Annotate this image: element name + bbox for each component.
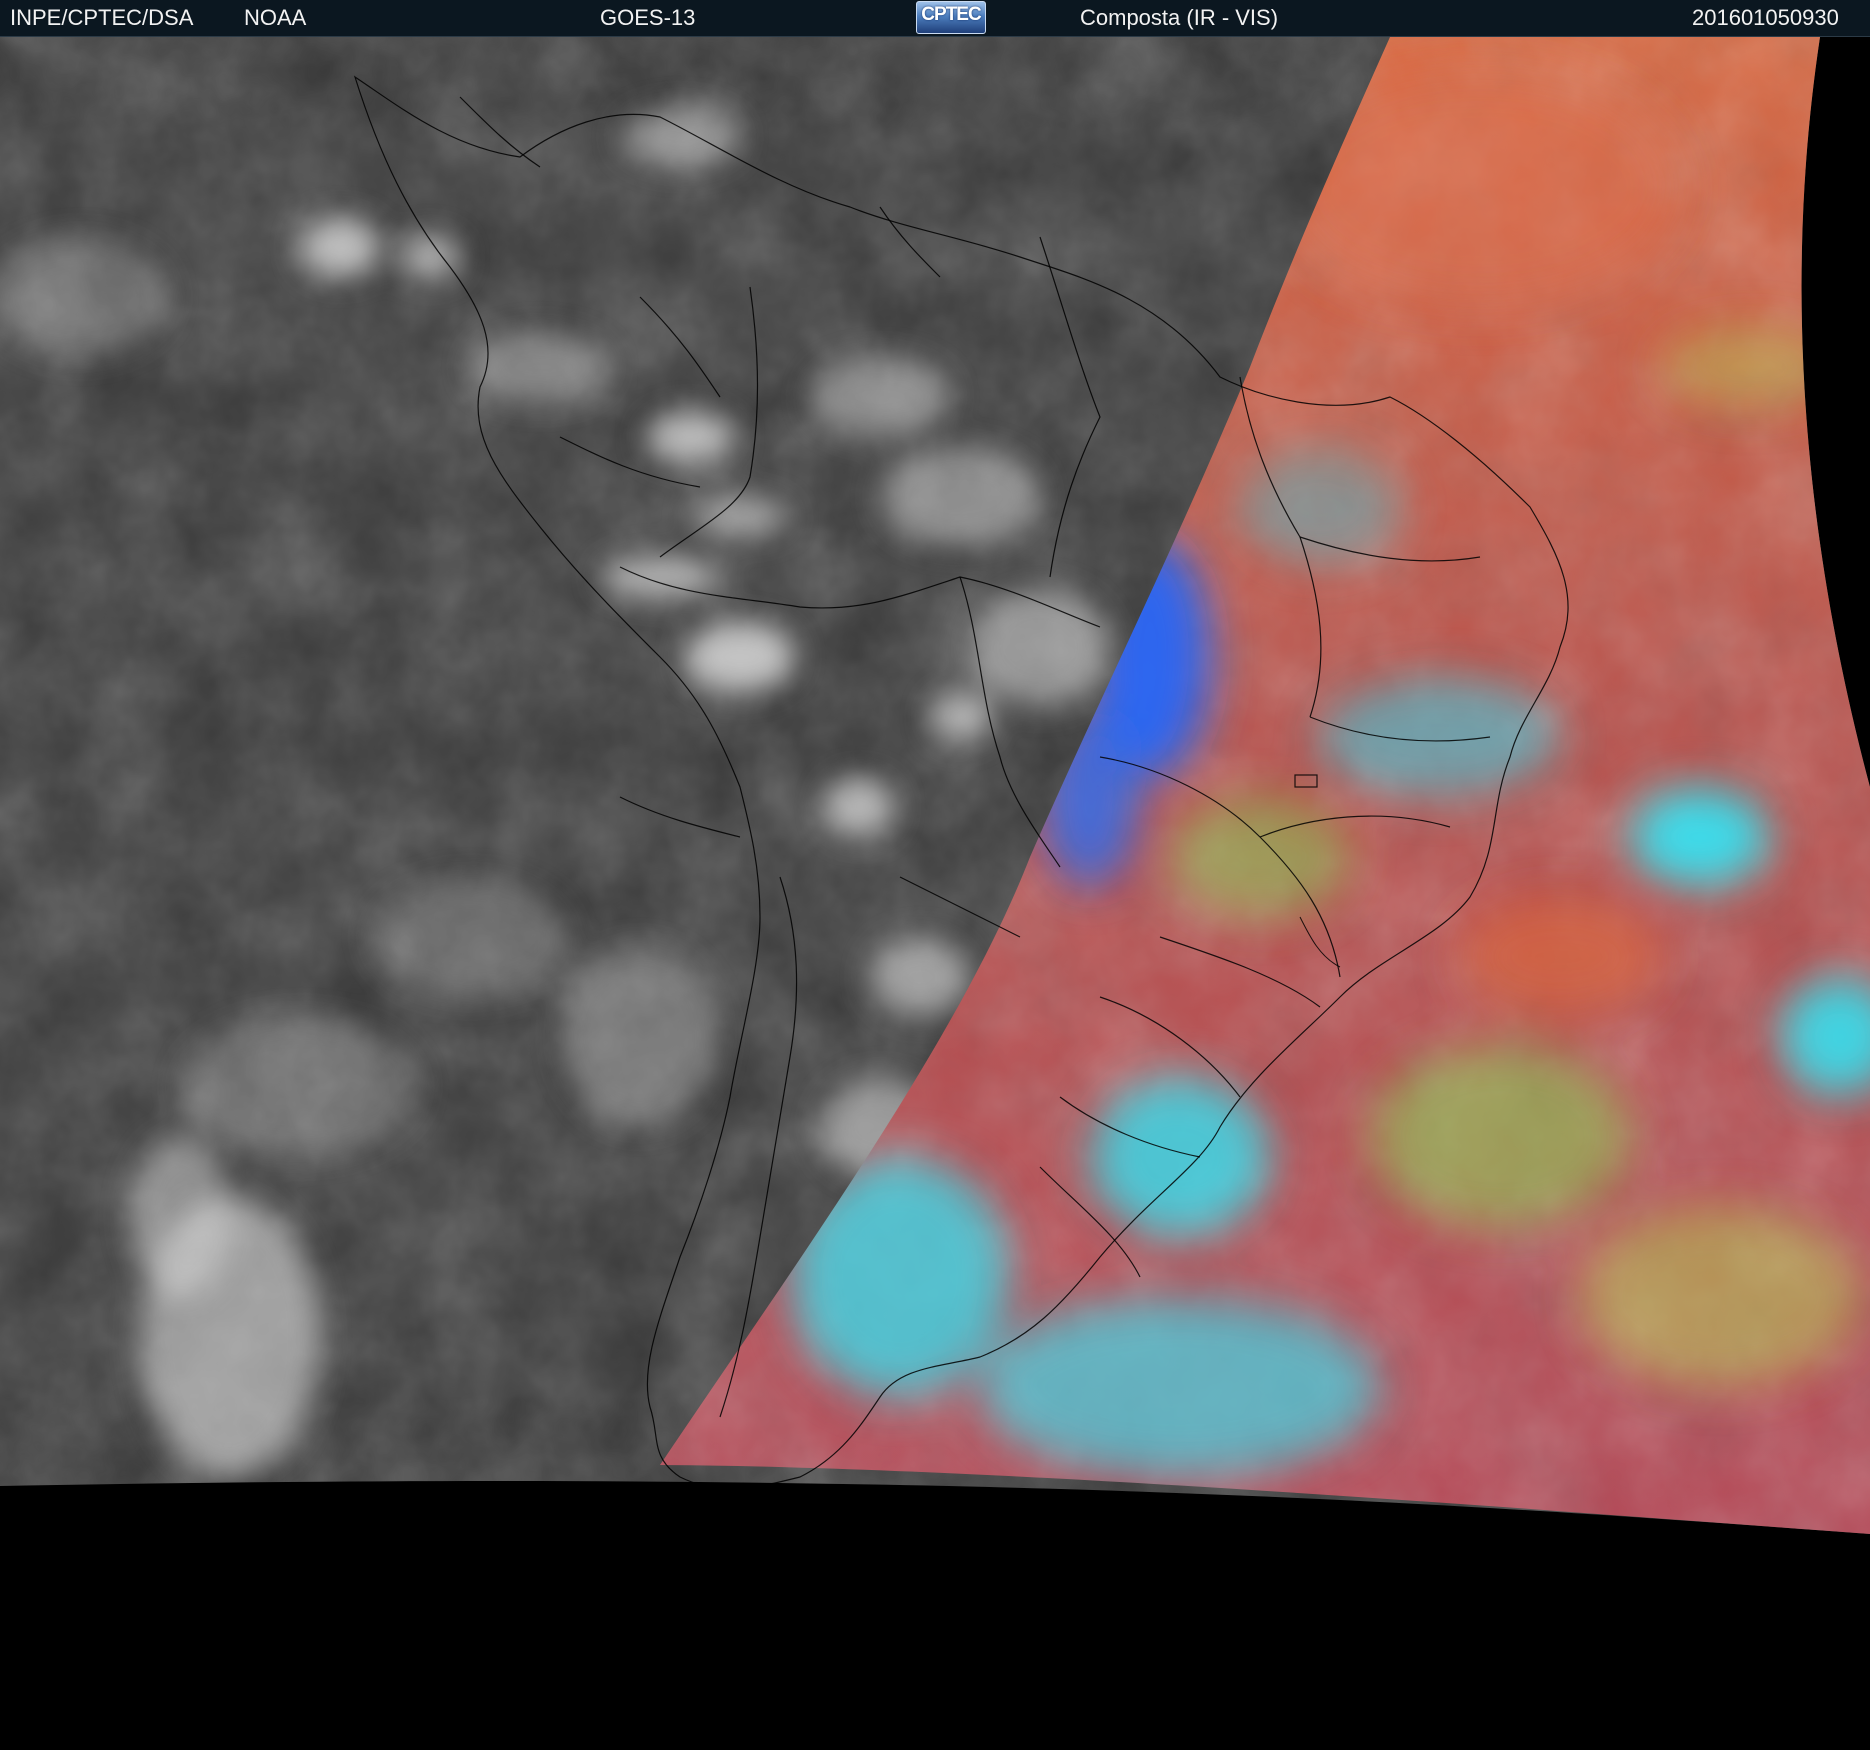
cptec-logo: CPTEC	[916, 1, 986, 34]
timestamp-label: 201601050930	[1692, 5, 1839, 30]
header-bar: INPE/CPTEC/DSA NOAA GOES-13 CPTEC Compos…	[0, 0, 1870, 37]
logo-text: CPTEC	[921, 4, 981, 25]
product-label: Composta (IR - VIS)	[1080, 5, 1279, 30]
source-label: INPE/CPTEC/DSA	[10, 5, 194, 30]
satellite-image	[0, 37, 1870, 1534]
satellite-label: GOES-13	[600, 5, 696, 30]
agency-label: NOAA	[244, 5, 307, 30]
